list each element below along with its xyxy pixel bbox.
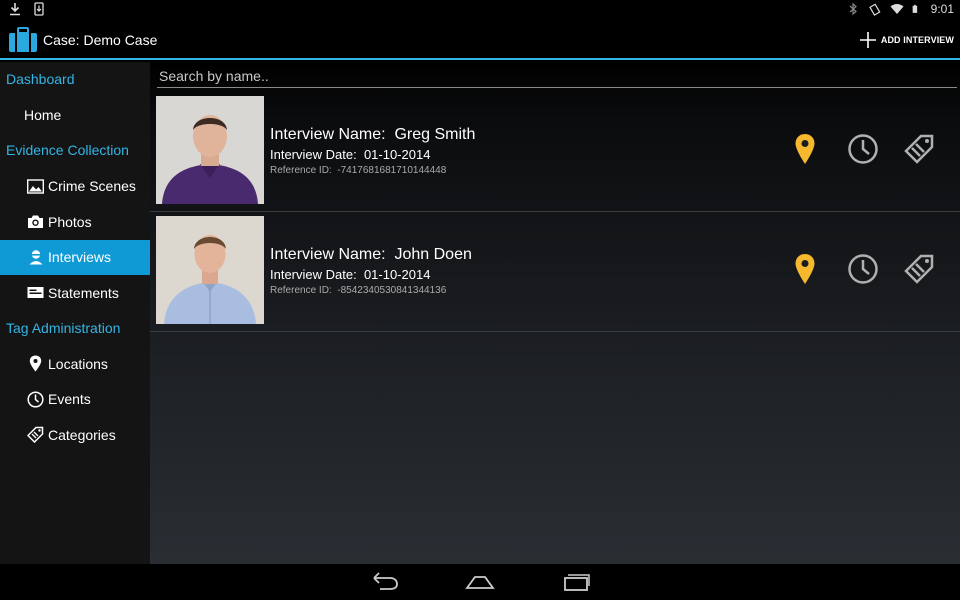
navigation-bar: [0, 564, 960, 600]
sidebar-item-crime-scenes[interactable]: Crime Scenes: [0, 169, 150, 205]
interviewee-photo: [156, 216, 264, 324]
sidebar-item-label: Categories: [48, 426, 116, 443]
case-title: Case: Demo Case: [43, 32, 158, 48]
battery-icon: [912, 4, 917, 13]
recent-apps-icon[interactable]: [562, 570, 592, 592]
sidebar-item-events[interactable]: Events: [0, 382, 150, 418]
row-actions: [790, 132, 936, 166]
list-item[interactable]: Interview Name: Greg Smith Interview Dat…: [150, 92, 960, 212]
location-pin-button[interactable]: [790, 132, 820, 166]
sidebar-item-label: Locations: [48, 355, 108, 372]
interview-details: Interview Name: John Doen Interview Date…: [270, 246, 472, 296]
screenshot-icon: [34, 2, 44, 16]
sidebar-item-label: Crime Scenes: [48, 178, 136, 195]
list-item[interactable]: Interview Name: John Doen Interview Date…: [150, 212, 960, 332]
interview-name: Interview Name: Greg Smith: [270, 126, 476, 143]
tag-icon: [904, 254, 934, 284]
clock-icon: [848, 134, 878, 164]
add-interview-label: ADD INTERVIEW: [880, 35, 954, 45]
sidebar-header-evidence-collection: Evidence Collection: [6, 142, 129, 158]
location-pin-button[interactable]: [790, 252, 820, 286]
sidebar-item-label: Interviews: [48, 249, 112, 266]
bluetooth-icon: [849, 2, 857, 16]
sidebar-item-label: Photos: [48, 213, 92, 230]
sidebar-item-photos[interactable]: Photos: [0, 204, 150, 240]
interview-details: Interview Name: Greg Smith Interview Dat…: [270, 126, 475, 176]
pin-icon: [27, 355, 44, 372]
sidebar-header-tag-administration: Tag Administration: [6, 319, 121, 336]
interviewee-photo: [156, 96, 264, 204]
sidebar-item-interviews[interactable]: Interviews: [0, 239, 150, 275]
interview-name: Interview Name: John Doen: [270, 246, 472, 263]
reference-id: Reference ID: -8542340530841344136: [270, 285, 447, 296]
sidebar-item-label: Events: [48, 391, 91, 408]
sidebar-item-label: Home: [24, 107, 62, 124]
briefcase-icon: [9, 27, 37, 52]
tag-icon: [27, 426, 44, 444]
sidebar-item-statements[interactable]: Statements: [0, 275, 150, 311]
action-bar: Case: Demo Case ADD INTERVIEW: [0, 20, 960, 60]
home-icon[interactable]: [465, 570, 495, 592]
plus-icon: [859, 32, 876, 48]
sidebar-item-locations[interactable]: Locations: [0, 346, 150, 382]
category-tag-button[interactable]: [902, 252, 936, 286]
add-interview-button[interactable]: ADD INTERVIEW: [859, 29, 954, 51]
event-clock-button[interactable]: [846, 132, 880, 166]
clock-icon: [848, 254, 878, 284]
interview-list-panel: Interview Name: Greg Smith Interview Dat…: [150, 62, 960, 564]
pin-icon: [795, 254, 815, 284]
statement-icon: [27, 284, 44, 301]
download-icon: [10, 3, 20, 16]
sidebar-header-dashboard: Dashboard: [6, 71, 75, 87]
camera-icon: [27, 213, 44, 230]
back-icon[interactable]: [370, 570, 400, 592]
sidebar-item-label: Statements: [48, 284, 119, 301]
image-icon: [27, 178, 44, 195]
sidebar-item-categories[interactable]: Categories: [0, 417, 150, 453]
search-input[interactable]: [157, 66, 957, 86]
pin-icon: [795, 134, 815, 164]
interview-date: Interview Date: 01-10-2014: [270, 267, 431, 282]
interview-date: Interview Date: 01-10-2014: [270, 147, 431, 162]
status-bar: 9:01: [0, 0, 960, 20]
status-time: 9:01: [930, 2, 954, 16]
search-box: [157, 66, 957, 88]
category-tag-button[interactable]: [902, 132, 936, 166]
person-icon: [27, 249, 44, 266]
sidebar-item-home[interactable]: Home: [0, 98, 150, 134]
tag-icon: [904, 134, 934, 164]
row-actions: [790, 252, 936, 286]
sidebar: Dashboard Home Evidence Collection Crime…: [0, 62, 150, 564]
event-clock-button[interactable]: [846, 252, 880, 286]
rotate-icon: [868, 3, 881, 16]
wifi-icon: [890, 4, 904, 14]
clock-icon: [27, 391, 44, 408]
reference-id: Reference ID: -7417681681710144448: [270, 165, 447, 176]
